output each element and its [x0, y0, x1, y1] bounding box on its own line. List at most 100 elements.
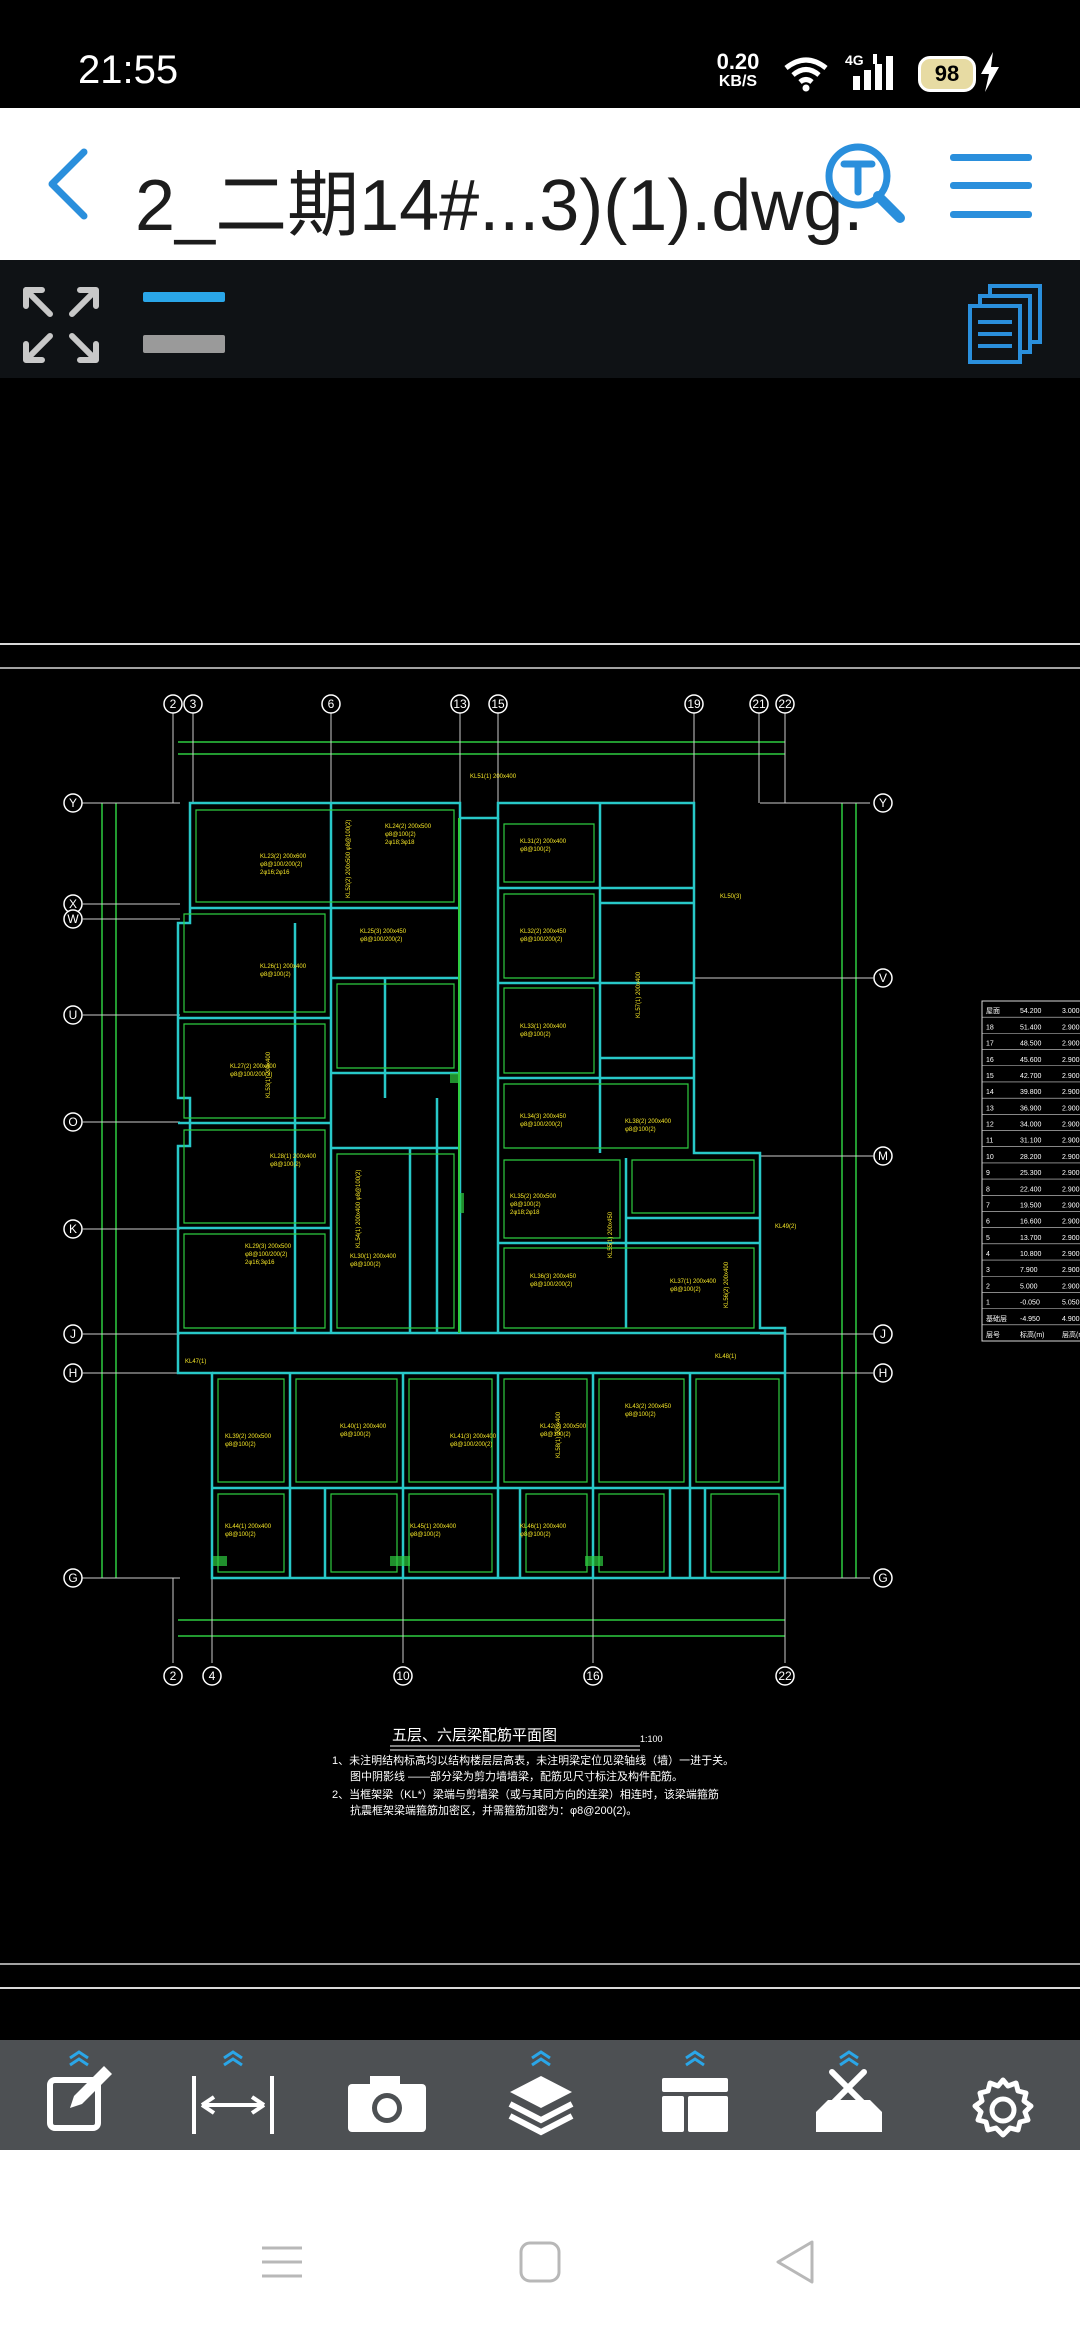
table-cell: 48.500 — [1020, 1041, 1042, 1048]
table-cell: -4.950 — [1020, 1316, 1040, 1323]
svg-text:KL55(1) 200x450: KL55(1) 200x450 — [608, 1211, 614, 1258]
table-cell: 51.400 — [1020, 1024, 1042, 1031]
camera-icon — [348, 2076, 426, 2132]
dimension-measure-icon — [192, 2076, 274, 2134]
grid-label: 15 — [491, 697, 505, 711]
svg-text:KL51(1) 200x400: KL51(1) 200x400 — [470, 774, 517, 780]
table-cell: 标高(m) — [1020, 1330, 1045, 1339]
table-cell: 3.000 — [1062, 1008, 1080, 1015]
table-cell: 15 — [986, 1073, 994, 1080]
svg-text:KL38(2) 200x400: KL38(2) 200x400 — [625, 1119, 672, 1125]
grid-label: V — [879, 971, 887, 985]
table-cell: 2.900 — [1062, 1154, 1080, 1161]
table-cell: 14 — [986, 1089, 994, 1096]
hamburger-menu-icon[interactable] — [946, 150, 1036, 222]
drawing-scale: 1:100 — [640, 1734, 663, 1744]
grid-label: O — [68, 1115, 77, 1129]
svg-text:KL39(2) 200x500: KL39(2) 200x500 — [225, 1434, 272, 1440]
table-cell: 2 — [986, 1283, 990, 1290]
network-speed-unit: KB/S — [718, 73, 758, 90]
network-speed: 0.20 KB/S — [710, 51, 766, 92]
table-cell: 2.900 — [1062, 1122, 1080, 1129]
grid-label: J — [70, 1327, 76, 1341]
stacked-pages-icon[interactable] — [966, 282, 1046, 364]
toolbox-icon — [816, 2069, 882, 2132]
table-cell: 屋面 — [986, 1007, 1000, 1015]
table-cell: 34.000 — [1020, 1122, 1042, 1129]
svg-text:2φ16;3φ16: 2φ16;3φ16 — [245, 1260, 275, 1266]
grid-label: 10 — [396, 1669, 410, 1683]
svg-text:KL23(2) 200x600: KL23(2) 200x600 — [260, 854, 307, 860]
svg-text:KL36(3) 200x450: KL36(3) 200x450 — [530, 1274, 577, 1280]
svg-text:φ8@100/200(2): φ8@100/200(2) — [520, 1122, 562, 1128]
back-button[interactable] — [40, 144, 100, 224]
svg-text:KL33(1) 200x400: KL33(1) 200x400 — [520, 1024, 567, 1030]
svg-text:φ8@100(2): φ8@100(2) — [670, 1287, 701, 1293]
svg-text:KL31(2) 200x400: KL31(2) 200x400 — [520, 839, 567, 845]
layout-tool[interactable] — [640, 2040, 750, 2150]
table-cell: 2.900 — [1062, 1202, 1080, 1209]
toolbox-tool[interactable] — [794, 2040, 904, 2150]
table-cell: 基础层 — [986, 1314, 1007, 1323]
table-cell: 层号 — [986, 1331, 1000, 1339]
grid-label: 22 — [778, 1669, 792, 1683]
grid-label: X — [69, 897, 77, 911]
table-cell: 2.900 — [1062, 1057, 1080, 1064]
grid-label: H — [879, 1366, 888, 1380]
measure-tool[interactable] — [178, 2040, 288, 2150]
drawing-note: 图中阴影线 ——部分梁为剪力墙墙梁，配筋见尺寸标注及构件配筋。 — [350, 1769, 683, 1783]
level-table: 屋面 54.200 3.00018 51.400 2.90017 48.500 2.9001… — [981, 1000, 1080, 1342]
svg-text:KL42(2) 200x500: KL42(2) 200x500 — [540, 1424, 587, 1430]
svg-text:φ8@100(2): φ8@100(2) — [625, 1412, 656, 1418]
table-cell: 2.900 — [1062, 1219, 1080, 1226]
svg-text:KL52(2) 200x500 φ8@100(2): KL52(2) 200x500 φ8@100(2) — [346, 820, 352, 898]
active-line-style[interactable] — [143, 292, 225, 302]
tools-bar — [0, 2040, 1080, 2150]
svg-text:KL37(1) 200x400: KL37(1) 200x400 — [670, 1279, 717, 1285]
table-cell: 2.900 — [1062, 1024, 1080, 1031]
recent-apps-icon[interactable] — [258, 2242, 306, 2282]
table-cell: 层高(m) — [1062, 1330, 1080, 1339]
drawing-note: 1、未注明结构标高均以结构楼层层高表，未注明梁定位见梁轴线（墙）一进于关。 — [332, 1753, 734, 1767]
screenshot-tool[interactable] — [332, 2040, 442, 2150]
system-navigation-bar — [0, 2150, 1080, 2340]
home-icon[interactable] — [518, 2240, 562, 2284]
settings-tool[interactable] — [948, 2040, 1058, 2150]
svg-text:KL29(3) 200x500: KL29(3) 200x500 — [245, 1244, 292, 1250]
title-bar: 2_二期14#...3)(1).dwg. — [0, 108, 1080, 260]
svg-text:2φ18;2φ18: 2φ18;2φ18 — [510, 1210, 540, 1216]
layers-tool[interactable] — [486, 2040, 596, 2150]
svg-text:φ8@100(2): φ8@100(2) — [385, 832, 416, 838]
charging-bolt-icon — [981, 52, 999, 92]
table-cell: 4.900 — [1062, 1316, 1080, 1323]
grid-label: 2 — [170, 1669, 177, 1683]
svg-text:φ8@100/200(2): φ8@100/200(2) — [245, 1252, 287, 1258]
cad-drawing: 2 3 6 13 15 19 21 22 2 4 10 16 22 Y X W … — [0, 643, 1080, 1989]
svg-text:KL32(2) 200x450: KL32(2) 200x450 — [520, 929, 567, 935]
view-toolbar — [0, 260, 1080, 378]
table-cell: 7.900 — [1020, 1267, 1038, 1274]
grid-label: U — [69, 1008, 78, 1022]
back-nav-icon[interactable] — [772, 2238, 816, 2286]
table-cell: 7 — [986, 1202, 990, 1209]
table-cell: 19.500 — [1020, 1202, 1042, 1209]
edit-tool[interactable] — [24, 2040, 134, 2150]
table-cell: 4 — [986, 1251, 990, 1258]
grid-label: G — [878, 1571, 887, 1585]
grid-label: 16 — [586, 1669, 600, 1683]
svg-text:KL47(1): KL47(1) — [185, 1359, 206, 1365]
expand-arrows-icon[interactable] — [20, 284, 102, 366]
table-cell: 1 — [986, 1300, 990, 1307]
grid-label: 3 — [190, 697, 197, 711]
svg-text:φ8@100(2): φ8@100(2) — [625, 1127, 656, 1133]
table-cell: 13 — [986, 1105, 994, 1112]
cellular-signal-icon: 4G — [845, 52, 893, 90]
table-cell: 45.600 — [1020, 1057, 1042, 1064]
table-cell: 2.900 — [1062, 1283, 1080, 1290]
inactive-line-style[interactable] — [143, 335, 225, 353]
svg-text:φ8@100/200(2): φ8@100/200(2) — [520, 937, 562, 943]
table-cell: 2.900 — [1062, 1073, 1080, 1080]
text-search-icon[interactable] — [822, 140, 908, 226]
svg-text:KL41(3) 200x400: KL41(3) 200x400 — [450, 1434, 497, 1440]
drawing-canvas[interactable]: 2 3 6 13 15 19 21 22 2 4 10 16 22 Y X W … — [0, 378, 1080, 2038]
